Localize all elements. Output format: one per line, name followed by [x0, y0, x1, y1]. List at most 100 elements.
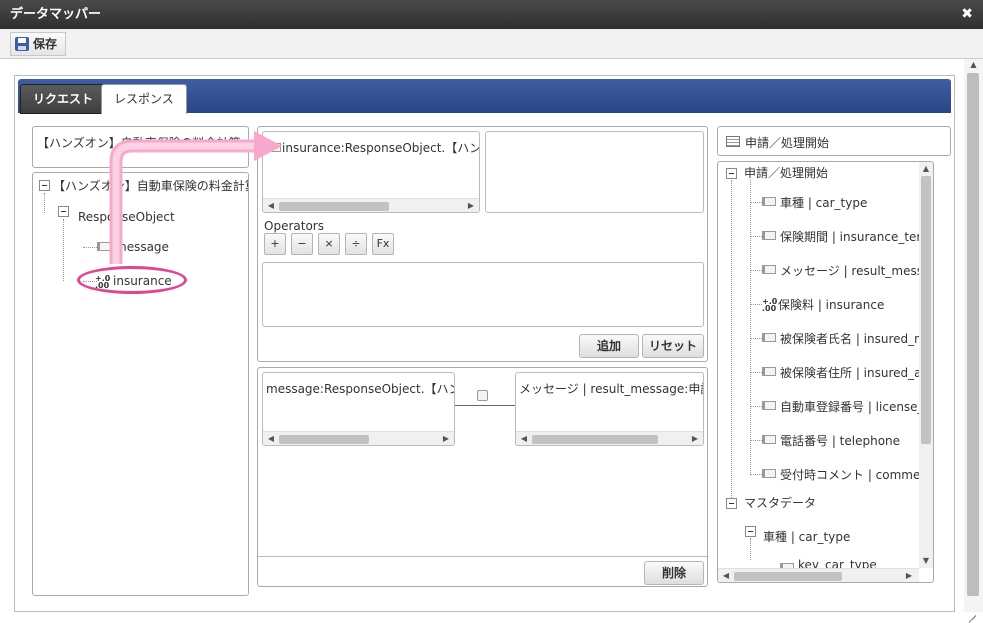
resize-grip-icon[interactable] [966, 606, 978, 618]
target-field-car-type[interactable]: 車種 | car_type [780, 194, 867, 211]
target-field-license-number[interactable]: 自動車登録番号 | license_number [780, 398, 933, 415]
operator-minus-button[interactable]: − [291, 233, 313, 255]
scroll-right-icon[interactable]: ▶ [440, 432, 452, 445]
tree-line [750, 236, 762, 237]
window-title: データマッパー [10, 7, 102, 22]
operator-multiply-button[interactable]: × [318, 233, 340, 255]
scroll-right-icon[interactable]: ▶ [903, 569, 915, 582]
expression-item[interactable]: insurance:ResponseObject.【ハンズオ [282, 139, 479, 156]
target-field-insured-name[interactable]: 被保険者氏名 | insured_name [780, 330, 933, 347]
expression-result-list[interactable] [485, 131, 704, 213]
operator-function-button[interactable]: Fx [372, 233, 394, 255]
annotation-ellipse [77, 266, 187, 294]
source-field-message[interactable]: message [115, 240, 169, 254]
tree-line [750, 406, 762, 407]
tree-line [83, 247, 97, 248]
field-icon [762, 469, 776, 478]
horizontal-scrollbar[interactable]: ◀ ▶ [718, 568, 919, 582]
mapping-checkbox[interactable] [477, 390, 488, 401]
scroll-left-icon[interactable]: ◀ [518, 432, 530, 445]
save-button[interactable]: 保存 [10, 32, 67, 56]
mapping-panel: message:ResponseObject.【ハンズ ◀ ▶ メッセージ | … [257, 367, 708, 587]
field-icon [762, 333, 776, 342]
collapse-icon[interactable] [726, 498, 737, 509]
collapse-icon[interactable] [39, 180, 50, 191]
save-button-label: 保存 [33, 37, 58, 51]
tree-line [750, 304, 762, 305]
horizontal-scrollbar[interactable]: ◀ ▶ [263, 431, 454, 445]
horizontal-scrollbar[interactable]: ◀ ▶ [263, 198, 479, 212]
operator-divide-button[interactable]: ÷ [345, 233, 367, 255]
mapping-source-item[interactable]: message:ResponseObject.【ハンズ [266, 380, 454, 397]
collapse-icon[interactable] [745, 526, 756, 537]
scroll-right-icon[interactable]: ▶ [689, 432, 701, 445]
horizontal-scrollbar[interactable]: ◀ ▶ [516, 431, 703, 445]
field-icon [267, 143, 281, 152]
field-icon [762, 231, 776, 240]
tab-bar: リクエスト レスポンス [18, 79, 951, 114]
expression-input[interactable] [262, 262, 704, 327]
scroll-up-icon[interactable]: ▲ [964, 59, 983, 71]
tab-response[interactable]: レスポンス [101, 84, 187, 114]
scroll-thumb[interactable] [921, 176, 931, 444]
target-master-data[interactable]: マスタデータ [744, 494, 816, 511]
source-selector-label: 【ハンズオン】自動車保険の料金計算 [37, 136, 241, 150]
close-icon[interactable]: ✖ [961, 0, 973, 29]
list-icon [726, 136, 740, 147]
delete-button[interactable]: 削除 [644, 561, 704, 585]
target-selector-label: 申請／処理開始 [745, 136, 830, 150]
vertical-scrollbar[interactable]: ▲ ▼ [919, 162, 933, 568]
mapping-footer-divider [258, 556, 707, 557]
scroll-thumb[interactable] [967, 73, 979, 596]
scroll-left-icon[interactable]: ◀ [265, 199, 277, 212]
mapping-target-item[interactable]: メッセージ | result_message:申請／ [519, 380, 703, 397]
target-selector[interactable]: 申請／処理開始 [717, 126, 951, 156]
mapping-target[interactable]: メッセージ | result_message:申請／ ◀ ▶ [515, 372, 704, 446]
operator-plus-button[interactable]: + [264, 233, 286, 255]
tree-line [750, 474, 762, 475]
window-vertical-scrollbar[interactable]: ▲ [964, 59, 983, 612]
target-field-insurance-term[interactable]: 保険期間 | insurance_term [780, 228, 933, 245]
tree-line [750, 270, 762, 271]
source-selector[interactable]: 【ハンズオン】自動車保険の料金計算 [32, 126, 249, 168]
scroll-thumb[interactable] [279, 202, 389, 211]
scroll-down-icon[interactable]: ▼ [919, 555, 933, 567]
target-field-result-message[interactable]: メッセージ | result_message [780, 262, 933, 279]
scroll-thumb[interactable] [532, 435, 658, 444]
target-field-telephone[interactable]: 電話番号 | telephone [780, 432, 900, 449]
scroll-left-icon[interactable]: ◀ [265, 432, 277, 445]
expression-source-list[interactable]: insurance:ResponseObject.【ハンズオ ◀ ▶ [262, 131, 480, 213]
target-field-insured-address[interactable]: 被保険者住所 | insured_address [780, 364, 933, 381]
tab-request[interactable]: リクエスト [20, 84, 107, 114]
floppy-disk-icon [15, 37, 29, 51]
collapse-icon[interactable] [58, 206, 69, 217]
field-icon [762, 435, 776, 444]
toolbar: 保存 [0, 29, 983, 59]
source-tree-root[interactable]: 【ハンズオン】自動車保険の料金計算 [53, 177, 248, 194]
reset-button[interactable]: リセット [642, 334, 704, 358]
source-tree-object[interactable]: ResponseObject [78, 210, 175, 224]
tree-line [750, 202, 762, 203]
scroll-thumb[interactable] [734, 572, 842, 581]
scroll-thumb[interactable] [279, 435, 369, 444]
field-icon [762, 401, 776, 410]
mapping-source[interactable]: message:ResponseObject.【ハンズ ◀ ▶ [262, 372, 455, 446]
tree-line [750, 338, 762, 339]
target-field-insurance[interactable]: 保険料 | insurance [778, 296, 884, 313]
target-tree-root[interactable]: 申請／処理開始 [744, 164, 828, 181]
add-button[interactable]: 追加 [579, 334, 639, 358]
scroll-right-icon[interactable]: ▶ [465, 199, 477, 212]
window-title-bar: データマッパー ✖ [0, 0, 983, 29]
source-tree: 【ハンズオン】自動車保険の料金計算 ResponseObject message… [32, 172, 249, 596]
field-icon [762, 367, 776, 376]
target-tree: 申請／処理開始 車種 | car_type 保険期間 | insurance_t… [717, 161, 934, 583]
operators-label: Operators [264, 219, 324, 233]
mapping-connector [455, 405, 515, 406]
tree-line [63, 219, 64, 281]
field-icon [762, 265, 776, 274]
target-field-comment[interactable]: 受付時コメント | comment [780, 466, 933, 483]
scroll-left-icon[interactable]: ◀ [720, 569, 732, 582]
target-master-car-type[interactable]: 車種 | car_type [763, 528, 850, 545]
scroll-up-icon[interactable]: ▲ [919, 163, 933, 175]
collapse-icon[interactable] [726, 168, 737, 179]
